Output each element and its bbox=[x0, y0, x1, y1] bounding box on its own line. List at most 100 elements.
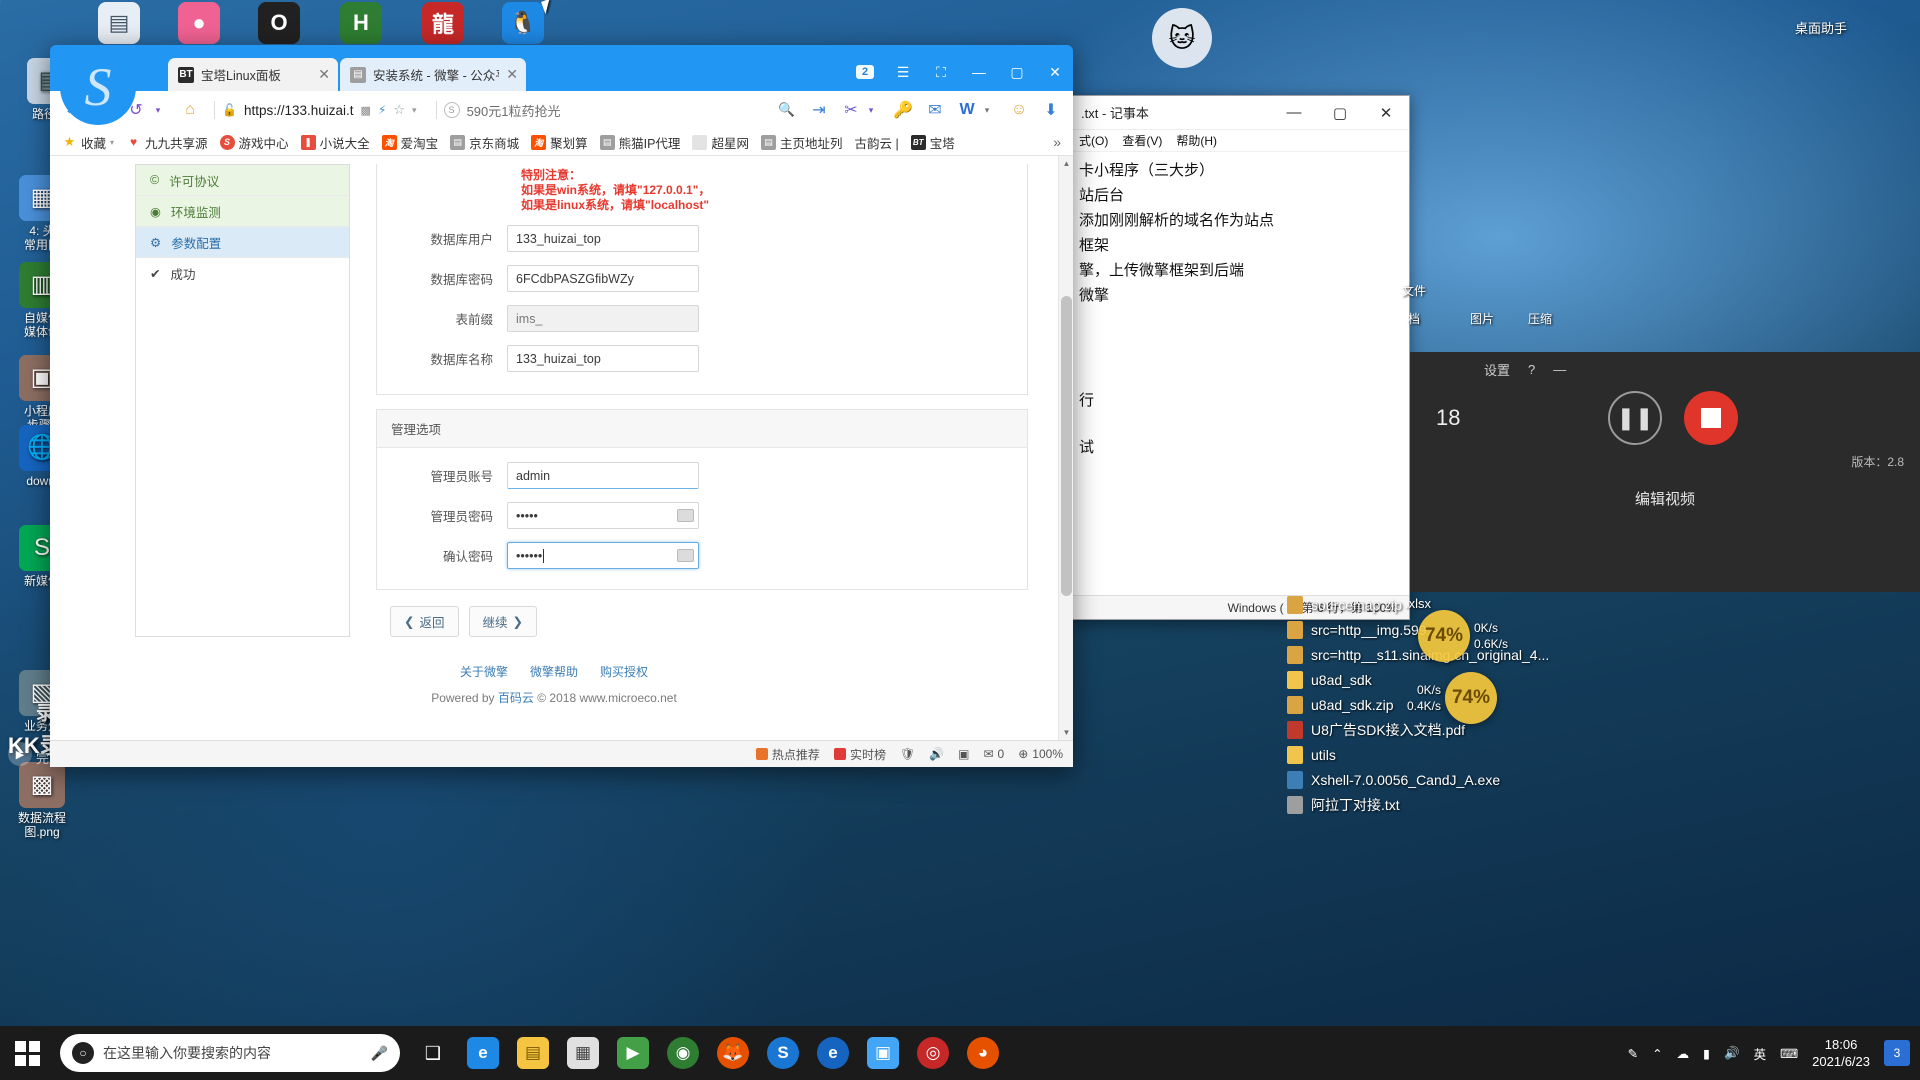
taskbar-app-explorer[interactable]: ▤ bbox=[508, 1026, 558, 1080]
show-hidden-icons-chevron[interactable]: ⌃ bbox=[1652, 1046, 1662, 1061]
step-parameters[interactable]: ⚙ 参数配置 bbox=[136, 227, 349, 258]
pen-icon[interactable]: ✎ bbox=[1628, 1046, 1638, 1061]
ime-keyboard-icon[interactable]: ⌨ bbox=[1780, 1046, 1798, 1061]
lightning-icon[interactable]: ⚡ bbox=[378, 103, 386, 117]
play-icon[interactable]: ▶ bbox=[8, 742, 32, 766]
tab-count-badge[interactable]: 2 bbox=[847, 57, 883, 87]
recorder-stop-button[interactable] bbox=[1684, 391, 1738, 445]
continue-button[interactable]: 继续 ❯ bbox=[469, 606, 538, 637]
scissors-caret-icon[interactable]: ▾ bbox=[857, 96, 885, 124]
recorder-settings-button[interactable]: 设置 bbox=[1484, 360, 1510, 379]
realtime-rank-button[interactable]: 实时榜 bbox=[834, 746, 886, 763]
taskbar-app-sogou[interactable]: S bbox=[758, 1026, 808, 1080]
admin-password-input[interactable]: ••••• bbox=[507, 502, 699, 529]
notepad-close-button[interactable]: ✕ bbox=[1363, 96, 1409, 129]
notepad-window[interactable]: .txt - 记事本 — ▢ ✕ 式(O) 查看(V) 帮助(H) 卡小程序（三… bbox=[1070, 95, 1410, 620]
start-button[interactable] bbox=[0, 1026, 54, 1080]
taskbar-app-player[interactable]: ▶ bbox=[608, 1026, 658, 1080]
browser-menu-button[interactable]: ☰ bbox=[885, 57, 921, 87]
top-desktop-icon-5[interactable]: 龍 bbox=[412, 2, 474, 46]
db-password-input[interactable]: 6FCdbPASZGfibWZy bbox=[507, 265, 699, 292]
keyboard-icon[interactable] bbox=[677, 549, 694, 562]
top-desktop-icon-4[interactable]: H bbox=[330, 2, 392, 46]
file-list-item[interactable]: u8ad_sdk bbox=[1283, 667, 1920, 692]
recorder-pause-button[interactable]: ❚❚ bbox=[1608, 391, 1662, 445]
browser-tab-1[interactable]: ▤ 安装系统 - 微擎 - 公众平 ✕ bbox=[340, 58, 526, 91]
bookmark-homepage-list[interactable]: ▤ 主页地址列 bbox=[755, 131, 849, 154]
search-suggestion-text[interactable]: 590元1粒药抢光 bbox=[467, 101, 561, 120]
recorder-minimize-button[interactable]: — bbox=[1553, 362, 1566, 377]
taskbar-app-store[interactable]: ▦ bbox=[558, 1026, 608, 1080]
bookmark-novels[interactable]: ❚ 小说大全 bbox=[295, 131, 376, 154]
taskbar-search-box[interactable]: ○ 在这里输入你要搜索的内容 🎤 bbox=[60, 1034, 400, 1072]
bookmark-favorites[interactable]: ★ 收藏 ▾ bbox=[56, 131, 120, 154]
scrollbar-thumb[interactable] bbox=[1061, 296, 1072, 596]
browser-maximize-button[interactable]: ▢ bbox=[999, 57, 1035, 87]
screen-recorder-panel[interactable]: 设置 ? — 18 ❚❚ 版本：2.8 编辑视频 bbox=[1410, 352, 1920, 592]
db-user-input[interactable]: 133_huizai_top bbox=[507, 225, 699, 252]
notepad-minimize-button[interactable]: — bbox=[1271, 96, 1317, 129]
bookmark-juhuasuan[interactable]: 淘 聚划算 bbox=[525, 131, 594, 154]
search-icon[interactable]: 🔍 bbox=[778, 102, 795, 118]
share-icon[interactable]: ⇥ bbox=[805, 96, 833, 124]
taskbar-app-qqbrowser[interactable]: ◕ bbox=[958, 1026, 1008, 1080]
cloud-icon[interactable]: ☁ bbox=[1677, 1046, 1690, 1061]
tab-close-icon[interactable]: ✕ bbox=[318, 66, 330, 83]
back-button[interactable]: ❮ 返回 bbox=[390, 606, 459, 637]
taskbar-app-blue[interactable]: ▣ bbox=[858, 1026, 908, 1080]
taskbar-app-edge[interactable]: e bbox=[458, 1026, 508, 1080]
shield-status-icon[interactable]: 🛡 bbox=[900, 747, 915, 761]
smiley-icon[interactable]: ☺ bbox=[1005, 96, 1033, 124]
taskbar-app-music[interactable]: ◎ bbox=[908, 1026, 958, 1080]
admin-username-input[interactable]: admin bbox=[507, 462, 699, 489]
bookmark-taobao[interactable]: 淘 爱淘宝 bbox=[376, 131, 445, 154]
top-desktop-icon-2[interactable]: ● bbox=[168, 2, 230, 46]
zoom-control[interactable]: ⊕ 100% bbox=[1018, 747, 1063, 761]
bookmark-bt-panel[interactable]: BT 宝塔 bbox=[905, 131, 961, 154]
browser-minimize-button[interactable]: — bbox=[961, 57, 997, 87]
assistant-avatar-icon[interactable]: 🐱 bbox=[1152, 8, 1212, 68]
file-list-item[interactable]: U8广告SDK接入文档.pdf bbox=[1283, 717, 1920, 742]
bookmark-jiujiu[interactable]: ♥ 九九共享源 bbox=[120, 131, 214, 154]
bookmark-guyunyun[interactable]: 古韵云 | bbox=[848, 131, 904, 154]
scroll-down-arrow[interactable]: ▼ bbox=[1059, 725, 1073, 740]
file-list-item[interactable]: src=http__img.599... bbox=[1283, 617, 1920, 642]
file-list-item[interactable]: 阿拉丁对接.txt bbox=[1283, 792, 1920, 817]
bookmarks-overflow-button[interactable]: » bbox=[1047, 134, 1067, 150]
wifi-icon[interactable]: ▮ bbox=[1703, 1046, 1710, 1061]
recorder-edit-video-button[interactable]: 编辑视频 bbox=[1410, 474, 1920, 509]
microphone-icon[interactable]: 🎤 bbox=[371, 1045, 388, 1062]
file-list-item[interactable]: Xshell-7.0.0056_CandJ_A.exe bbox=[1283, 767, 1920, 792]
file-list-panel[interactable]: sourcemap.zipsrc=http__img.599...src=htt… bbox=[1283, 592, 1920, 837]
bookmark-jd[interactable]: ▤ 京东商城 bbox=[444, 131, 525, 154]
notification-center-button[interactable]: 3 bbox=[1884, 1040, 1910, 1066]
file-list-item[interactable]: utils bbox=[1283, 742, 1920, 767]
taskbar-app-360browser[interactable]: ◉ bbox=[658, 1026, 708, 1080]
notepad-text-area[interactable]: 卡小程序（三大步） 站后台 添加刚刚解析的域名作为站点 框架 擎，上传微擎框架到… bbox=[1071, 152, 1409, 595]
confirm-password-input[interactable]: •••••• bbox=[507, 542, 699, 569]
language-indicator[interactable]: 英 bbox=[1754, 1044, 1767, 1063]
task-view-button[interactable]: ❑ bbox=[408, 1026, 458, 1080]
table-prefix-input[interactable]: ims_ bbox=[507, 305, 699, 332]
bookmark-game-center[interactable]: S 游戏中心 bbox=[214, 131, 295, 154]
db-name-input[interactable]: 133_huizai_top bbox=[507, 345, 699, 372]
desktop-icon-shujuliucheng[interactable]: ▩ 数据流程 图.png bbox=[0, 762, 84, 839]
desktop-assistant-label[interactable]: 桌面助手 bbox=[1795, 18, 1847, 37]
scroll-up-arrow[interactable]: ▲ bbox=[1059, 156, 1073, 171]
keyboard-icon[interactable] bbox=[677, 509, 694, 522]
history-caret-icon[interactable]: ▾ bbox=[144, 96, 172, 124]
file-list-item[interactable]: src=http__s11.sinaimg.cn_original_4... bbox=[1283, 642, 1920, 667]
word-caret-icon[interactable]: ▾ bbox=[973, 96, 1001, 124]
notepad-maximize-button[interactable]: ▢ bbox=[1317, 96, 1363, 129]
notepad-menu-view[interactable]: 查看(V) bbox=[1122, 132, 1162, 149]
top-desktop-icon-1[interactable]: ▤ bbox=[88, 2, 150, 46]
notepad-menu-format[interactable]: 式(O) bbox=[1079, 132, 1108, 149]
window-status-icon[interactable]: ▣ bbox=[958, 747, 969, 761]
home-button[interactable]: ⌂ bbox=[176, 96, 204, 124]
chevron-down-icon[interactable]: ▾ bbox=[412, 105, 417, 116]
bookmark-panda-ip[interactable]: ▤ 熊猫IP代理 bbox=[594, 131, 687, 154]
step-environment[interactable]: ◉ 环境监测 bbox=[136, 196, 349, 227]
taskbar-app-firefox[interactable]: 🦊 bbox=[708, 1026, 758, 1080]
footer-link-buy-license[interactable]: 购买授权 bbox=[600, 663, 648, 680]
recorder-help-button[interactable]: ? bbox=[1528, 362, 1535, 377]
